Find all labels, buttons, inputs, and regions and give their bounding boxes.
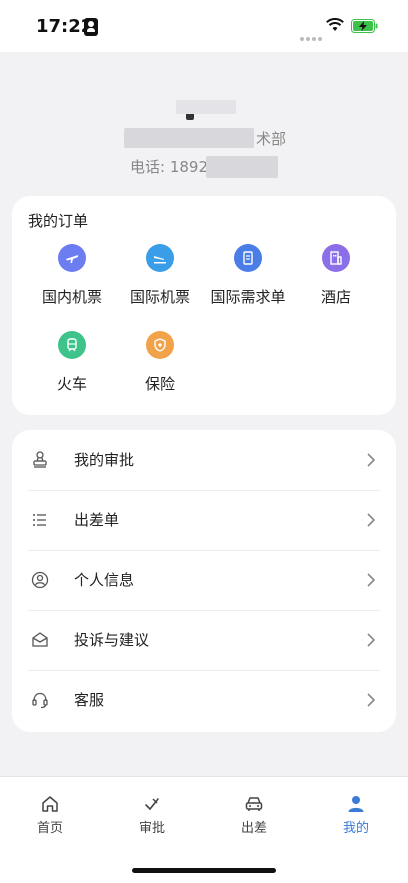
hotel-icon xyxy=(322,244,350,272)
order-train[interactable]: 火车 xyxy=(22,331,122,394)
order-insurance[interactable]: 保险 xyxy=(110,331,210,394)
menu-label: 我的审批 xyxy=(74,451,135,469)
order-international-request[interactable]: 国际需求单 xyxy=(198,244,298,307)
list-icon xyxy=(33,514,46,526)
tab-label: 我的 xyxy=(342,821,369,836)
menu-label: 客服 xyxy=(74,691,105,709)
tab-mine[interactable]: 我的 xyxy=(316,793,396,836)
train-icon xyxy=(58,331,86,359)
menu-label: 个人信息 xyxy=(74,571,135,589)
status-bar: 17:22 xyxy=(0,0,408,52)
orders-title: 我的订单 xyxy=(28,212,89,230)
home-icon xyxy=(42,796,58,812)
name-redacted xyxy=(176,100,236,114)
menu-item-trip-orders[interactable]: 出差单 xyxy=(12,490,396,550)
chevron-right-icon xyxy=(367,573,376,587)
profile-header: 术部 电话: 1892 xyxy=(0,52,408,197)
home-indicator xyxy=(132,868,276,873)
tab-label: 出差 xyxy=(240,821,267,836)
tab-label: 审批 xyxy=(138,821,165,836)
chevron-right-icon xyxy=(367,693,376,707)
signal-dots-icon xyxy=(300,26,324,45)
tab-label: 首页 xyxy=(36,821,63,836)
id-card-icon xyxy=(84,18,98,36)
document-icon xyxy=(234,244,262,272)
menu-card: 我的审批 出差单 个人信息 投诉与建议 客服 xyxy=(12,430,396,732)
orders-card: 我的订单 国内机票 国际机票 国际需求单 酒店 火车 保险 xyxy=(12,196,396,415)
profile-department: 术部 xyxy=(256,130,287,148)
tab-home[interactable]: 首页 xyxy=(10,793,90,836)
user-circle-icon xyxy=(31,571,49,589)
order-domestic-flight[interactable]: 国内机票 xyxy=(22,244,122,307)
headset-icon xyxy=(32,692,48,709)
car-icon xyxy=(245,797,263,811)
order-hotel[interactable]: 酒店 xyxy=(286,244,386,307)
chevron-right-icon xyxy=(367,513,376,527)
menu-item-customer-service[interactable]: 客服 xyxy=(12,670,396,730)
approve-icon xyxy=(145,798,159,811)
order-international-flight[interactable]: 国际机票 xyxy=(110,244,210,307)
tab-bar: 首页 审批 出差 我的 xyxy=(0,776,408,883)
wifi-icon xyxy=(326,18,344,31)
phone-redacted xyxy=(206,156,278,178)
profile-phone: 电话: 1892 xyxy=(130,158,208,176)
chevron-right-icon xyxy=(367,633,376,647)
menu-item-feedback[interactable]: 投诉与建议 xyxy=(12,610,396,670)
tab-trip[interactable]: 出差 xyxy=(214,793,294,836)
tab-approval[interactable]: 审批 xyxy=(112,793,192,836)
person-icon xyxy=(348,796,364,812)
mail-open-icon xyxy=(32,632,48,647)
menu-label: 投诉与建议 xyxy=(74,631,150,649)
plane-landing-icon xyxy=(146,244,174,272)
stamp-icon xyxy=(33,451,47,468)
menu-label: 出差单 xyxy=(74,511,120,529)
battery-charging-icon xyxy=(351,19,378,33)
chevron-right-icon xyxy=(367,453,376,467)
menu-item-profile[interactable]: 个人信息 xyxy=(12,550,396,610)
plane-icon xyxy=(58,244,86,272)
menu-item-approvals[interactable]: 我的审批 xyxy=(12,430,396,490)
shield-plus-icon xyxy=(146,331,174,359)
company-redacted xyxy=(124,128,254,148)
